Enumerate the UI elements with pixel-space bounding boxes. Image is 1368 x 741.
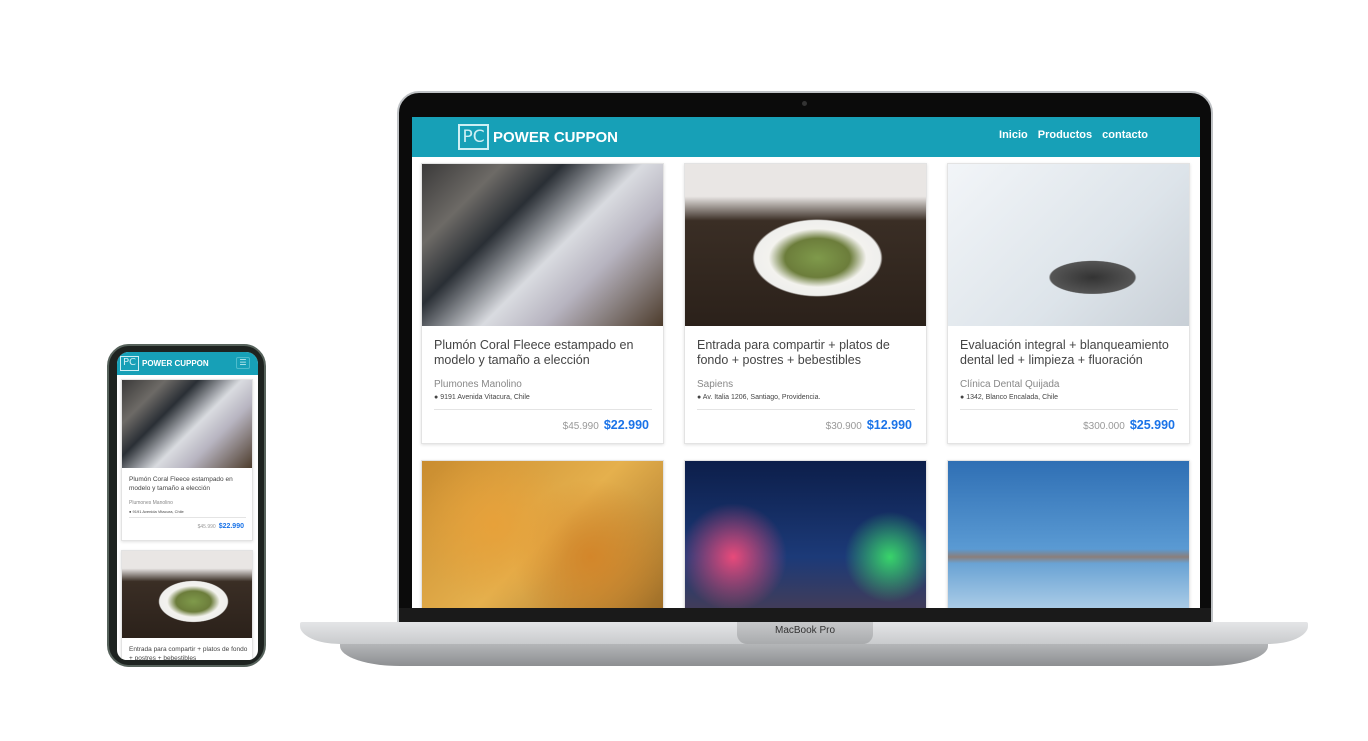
- main-nav: Inicio Productos contacto: [999, 129, 1148, 141]
- product-image[interactable]: [948, 164, 1189, 326]
- address-text: 1342, Blanco Encalada, Chile: [966, 394, 1059, 401]
- address-text: 9191 Avenida Vitacura, Chile: [440, 394, 530, 401]
- product-title[interactable]: Entrada para compartir + platos de fondo…: [697, 338, 912, 368]
- mobile-header: PC POWER CUPPON ☰: [117, 352, 258, 375]
- phone-screen: PC POWER CUPPON ☰ Plumón Coral Fleece es…: [117, 352, 258, 660]
- brand-name: POWER CUPPON: [493, 128, 619, 146]
- product-image[interactable]: [685, 164, 926, 326]
- address: ● 9191 Avenida Vitacura, Chile: [129, 509, 184, 514]
- device-label: MacBook Pro: [774, 625, 836, 636]
- old-price: $45.990: [197, 524, 216, 530]
- product-image[interactable]: [122, 380, 252, 468]
- nav-inicio[interactable]: Inicio: [999, 129, 1028, 141]
- laptop-base-bottom: [340, 644, 1268, 666]
- brand-logo[interactable]: PC POWER CUPPON: [120, 356, 209, 371]
- old-price: $300.000: [1083, 421, 1125, 432]
- prices: $45.990 $22.990: [563, 418, 649, 432]
- laptop-screen: PC POWER CUPPON Inicio Productos contact…: [412, 117, 1200, 608]
- business-name: Clínica Dental Quijada: [960, 379, 1060, 390]
- product-image[interactable]: [422, 461, 663, 608]
- logo-mark-icon: PC: [120, 356, 139, 371]
- price: $25.990: [1129, 418, 1175, 432]
- business-name: Plumones Manolino: [434, 379, 522, 390]
- nav-productos[interactable]: Productos: [1038, 129, 1092, 141]
- site-header: PC POWER CUPPON Inicio Productos contact…: [412, 117, 1200, 157]
- logo-mark-icon: PC: [458, 124, 489, 150]
- product-image[interactable]: [422, 164, 663, 326]
- brand-logo[interactable]: PC POWER CUPPON: [458, 124, 618, 150]
- product-card[interactable]: [684, 460, 927, 608]
- address: ● 9191 Avenida Vitacura, Chile: [434, 394, 530, 401]
- prices: $300.000 $25.990: [1083, 418, 1175, 432]
- address-text: 9191 Avenida Vitacura, Chile: [132, 509, 184, 514]
- nav-contacto[interactable]: contacto: [1102, 129, 1148, 141]
- product-card[interactable]: Plumón Coral Fleece estampado en modelo …: [421, 163, 664, 444]
- business-name: Plumones Manolino: [129, 500, 173, 506]
- divider: [697, 409, 915, 410]
- product-title[interactable]: Plumón Coral Fleece estampado en modelo …: [129, 475, 249, 493]
- old-price: $30.900: [825, 421, 862, 432]
- product-card[interactable]: Entrada para compartir + platos de fondo…: [684, 163, 927, 444]
- product-image[interactable]: [685, 461, 926, 608]
- product-title[interactable]: Entrada para compartir + platos de fondo…: [129, 645, 249, 660]
- menu-icon[interactable]: ☰: [236, 357, 250, 369]
- divider: [129, 517, 246, 518]
- product-image[interactable]: [122, 551, 252, 638]
- brand-name: POWER CUPPON: [142, 359, 209, 368]
- divider: [960, 409, 1178, 410]
- prices: $45.990 $22.990: [198, 523, 244, 530]
- laptop-chin: [399, 608, 1211, 622]
- product-image[interactable]: [948, 461, 1189, 608]
- product-card[interactable]: Plumón Coral Fleece estampado en modelo …: [121, 379, 253, 541]
- divider: [434, 409, 652, 410]
- product-card[interactable]: Entrada para compartir + platos de fondo…: [121, 550, 253, 660]
- price: $12.990: [866, 418, 912, 432]
- price: $22.990: [218, 523, 244, 530]
- product-card[interactable]: Evaluación integral + blanqueamiento den…: [947, 163, 1190, 444]
- address: ● 1342, Blanco Encalada, Chile: [960, 394, 1058, 401]
- prices: $30.900 $12.990: [826, 418, 912, 432]
- product-card[interactable]: [947, 460, 1190, 608]
- product-title[interactable]: Plumón Coral Fleece estampado en modelo …: [434, 338, 649, 368]
- product-card[interactable]: [421, 460, 664, 608]
- product-title[interactable]: Evaluación integral + blanqueamiento den…: [960, 338, 1185, 368]
- camera-icon: [802, 101, 807, 106]
- address-text: Av. Italia 1206, Santiago, Providencia.: [702, 394, 821, 401]
- address: ● Av. Italia 1206, Santiago, Providencia…: [697, 394, 820, 401]
- old-price: $45.990: [562, 421, 599, 432]
- price: $22.990: [603, 418, 649, 432]
- business-name: Sapiens: [697, 379, 734, 390]
